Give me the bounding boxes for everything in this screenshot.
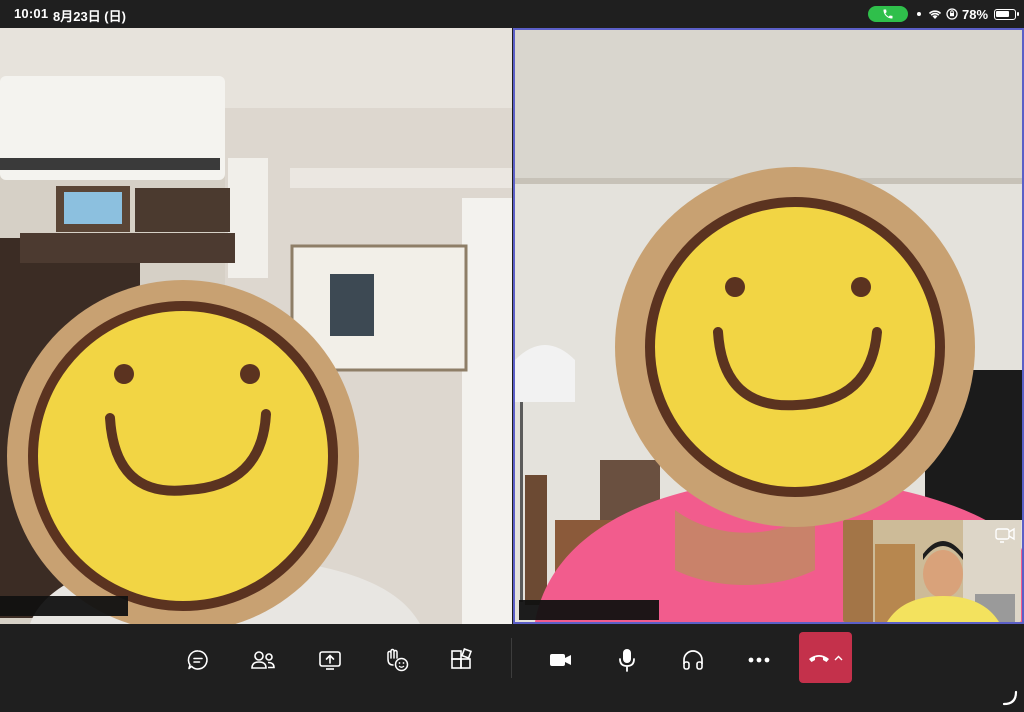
mic-button[interactable] xyxy=(607,640,647,680)
more-button[interactable] xyxy=(739,640,779,680)
self-view-video[interactable] xyxy=(843,520,1021,622)
participant-left-video[interactable] xyxy=(0,28,512,624)
camera-switch-icon[interactable] xyxy=(995,526,1015,544)
call-toolbar xyxy=(0,624,1024,712)
status-bar: 10:01 8月23日 (日) 78% xyxy=(0,0,1024,28)
raise-hand-icon xyxy=(387,648,409,672)
people-icon xyxy=(251,651,275,669)
participant-left-scene xyxy=(0,28,512,624)
status-icons: 78% xyxy=(914,5,1020,23)
phone-icon xyxy=(883,9,893,19)
toolbar-divider xyxy=(511,638,512,678)
active-call-indicator[interactable] xyxy=(868,6,908,22)
apps-icon xyxy=(451,648,473,669)
participant-right-nameplate xyxy=(519,600,659,620)
chat-button[interactable] xyxy=(178,640,218,680)
orientation-lock-icon xyxy=(946,8,958,20)
headphones-icon xyxy=(683,650,703,670)
camera-button[interactable] xyxy=(541,640,581,680)
battery-level xyxy=(996,10,1010,17)
signal-icon xyxy=(917,12,921,16)
participants-button[interactable] xyxy=(243,640,283,680)
share-screen-icon xyxy=(319,651,341,670)
share-button[interactable] xyxy=(310,640,350,680)
chat-icon xyxy=(187,650,208,670)
participant-left-nameplate xyxy=(0,596,128,616)
more-icon xyxy=(748,657,770,663)
wifi-icon xyxy=(928,9,942,19)
chevron-up-icon[interactable] xyxy=(834,655,843,661)
hang-up-button[interactable] xyxy=(799,632,852,683)
audio-button[interactable] xyxy=(673,640,713,680)
microphone-icon xyxy=(619,649,635,672)
apps-button[interactable] xyxy=(441,640,481,680)
hang-up-icon xyxy=(809,654,829,662)
status-time: 10:01 xyxy=(14,6,49,21)
battery-percent: 78% xyxy=(962,6,989,22)
battery-icon xyxy=(994,8,1020,20)
video-camera-icon xyxy=(550,654,571,666)
reactions-button[interactable] xyxy=(377,640,417,680)
status-date: 8月23日 (日) xyxy=(53,9,126,24)
resize-handle-icon[interactable] xyxy=(1002,690,1018,706)
